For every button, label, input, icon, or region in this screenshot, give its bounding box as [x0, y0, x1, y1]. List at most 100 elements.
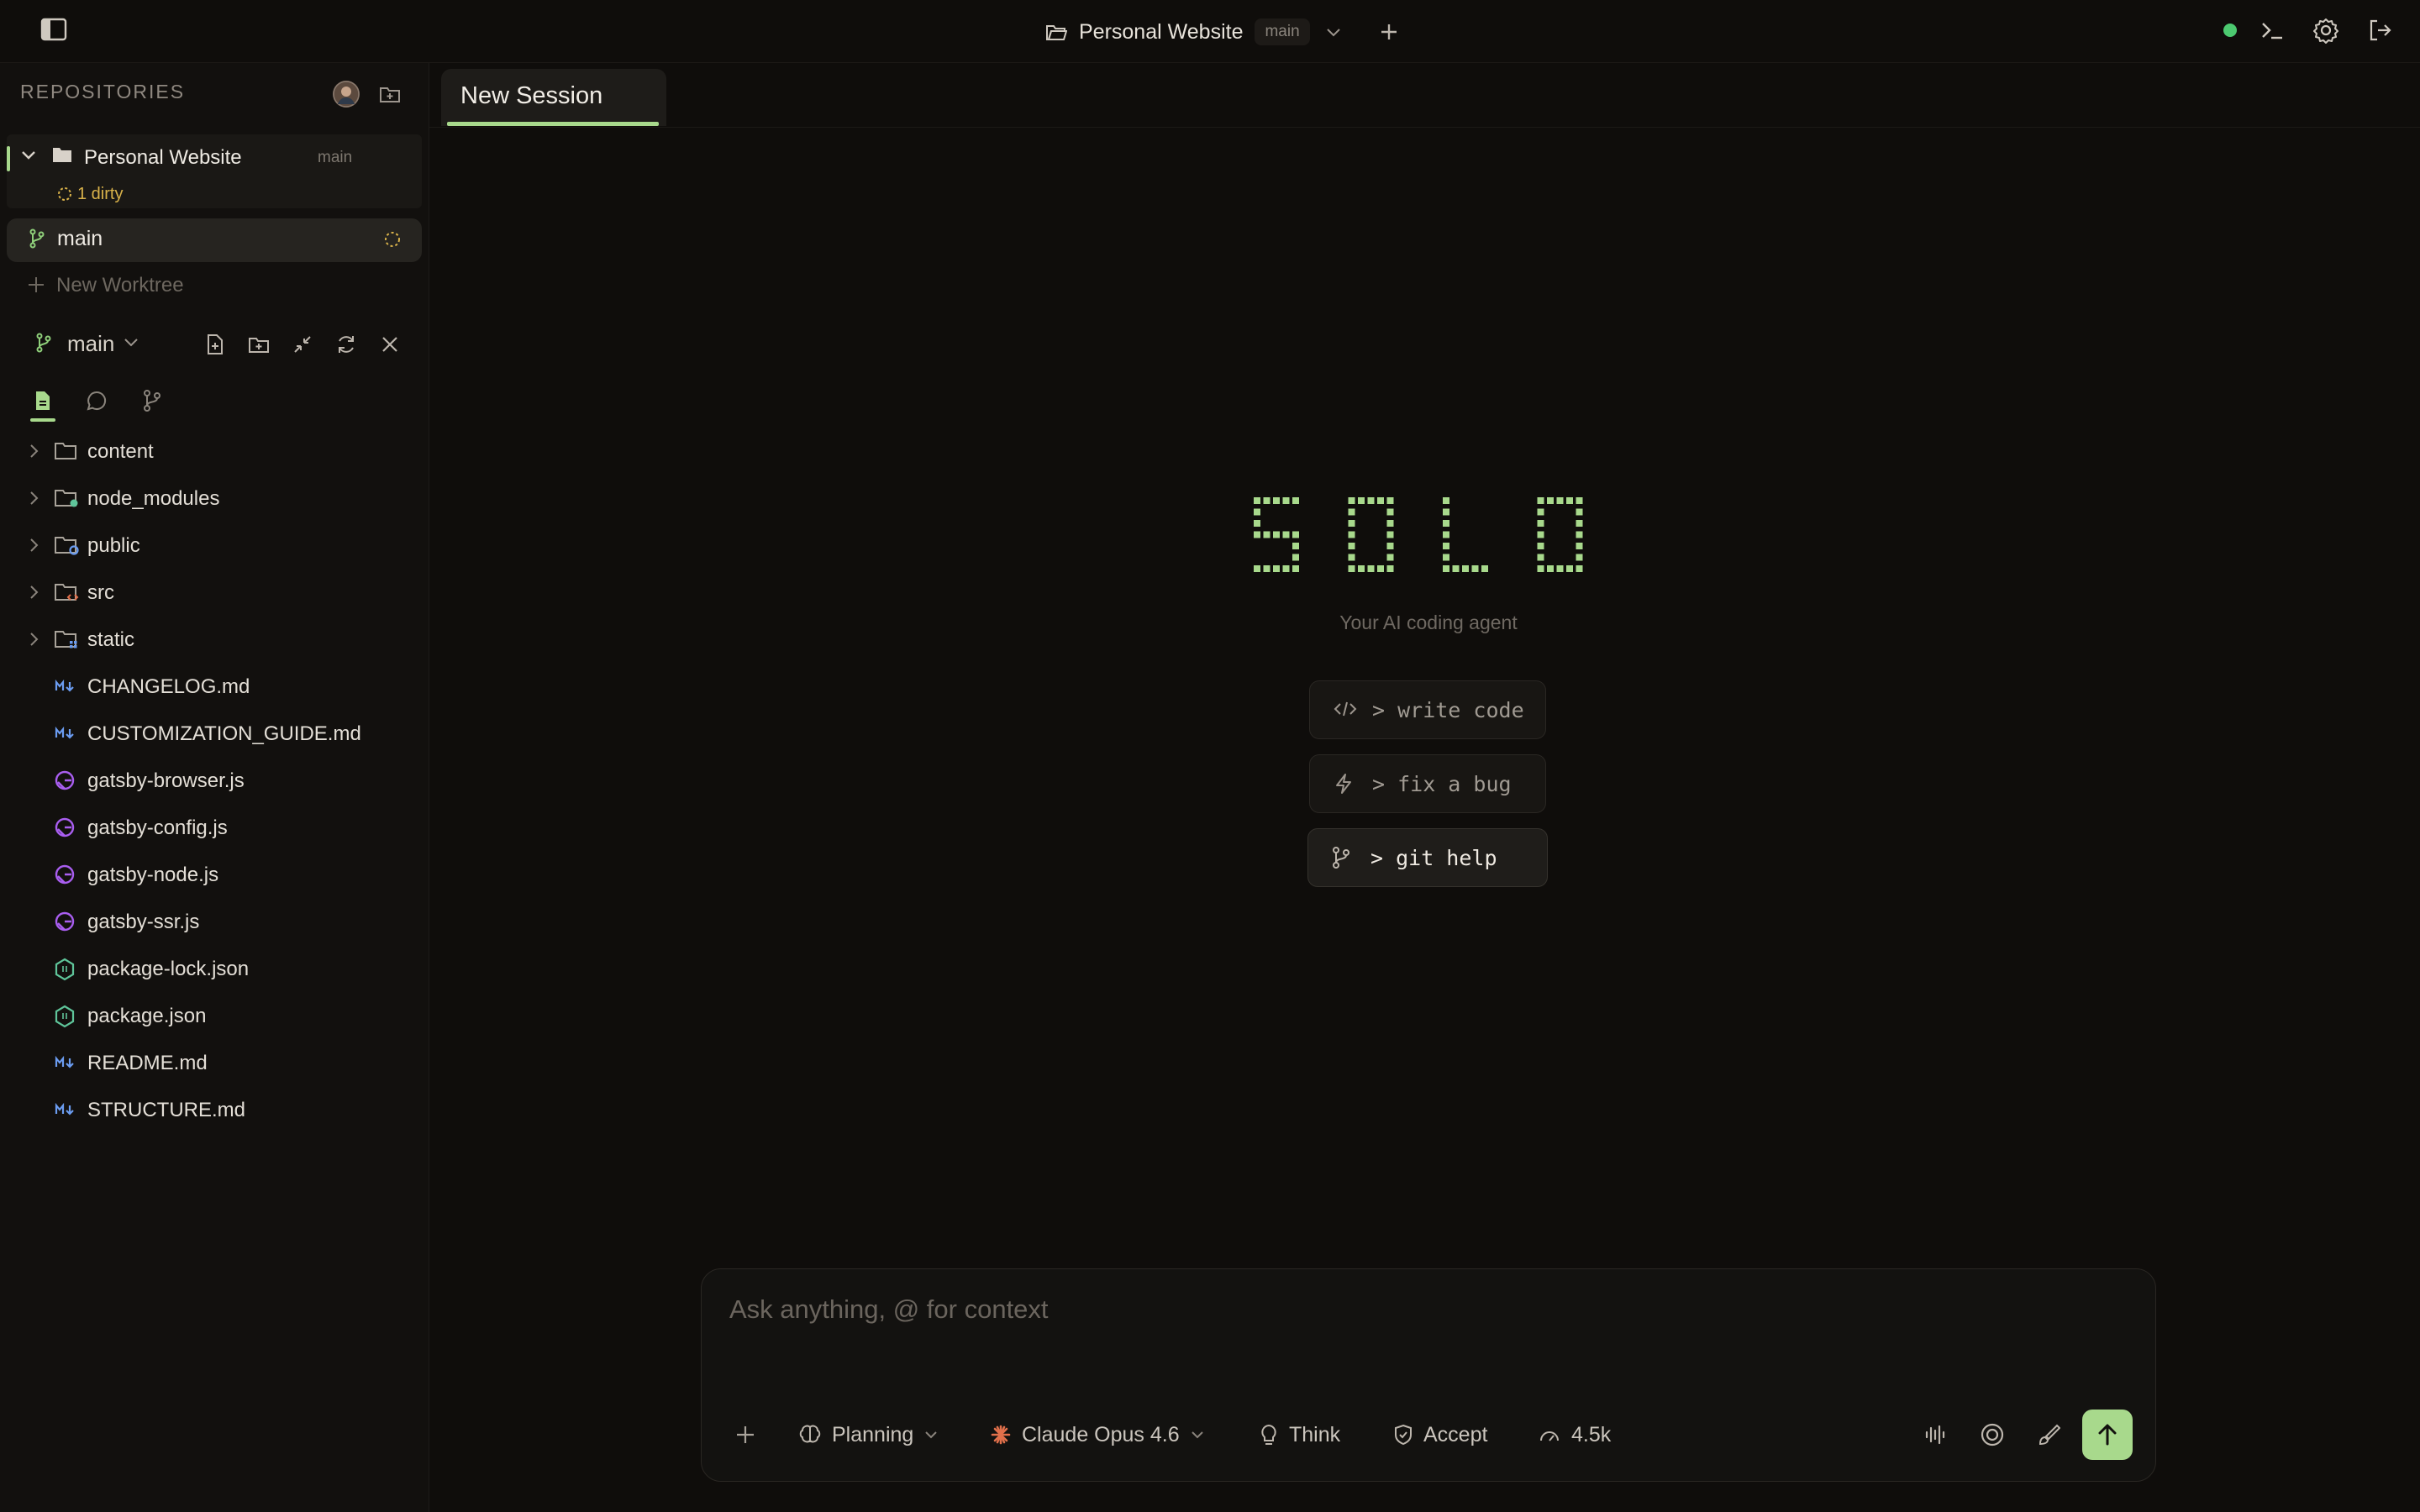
record-button[interactable]	[1980, 1416, 2005, 1453]
git-branch-icon	[1332, 847, 1350, 869]
file-icon	[34, 390, 52, 412]
tree-item-package-lock[interactable]: package-lock.json	[0, 946, 429, 993]
logo-dot	[1367, 497, 1375, 504]
logo-dot	[1462, 565, 1469, 572]
shield-check-icon	[1393, 1423, 1413, 1446]
logo-dot	[1386, 520, 1394, 527]
token-usage[interactable]: 4.5k	[1538, 1416, 1611, 1453]
write-code-button[interactable]: > write code	[1309, 680, 1546, 739]
logo-dot	[1263, 531, 1270, 538]
avatar[interactable]	[333, 81, 360, 108]
git-help-button[interactable]: > git help	[1307, 828, 1548, 887]
chevron-right-icon	[25, 489, 42, 507]
collapse-all-button[interactable]	[289, 331, 316, 358]
chat-view-tab[interactable]	[82, 386, 111, 415]
chevron-down-icon	[923, 1430, 939, 1440]
logo-dot	[1367, 565, 1375, 572]
gatsby-icon	[54, 816, 77, 840]
tree-item-gatsby-ssr[interactable]: gatsby-ssr.js	[0, 899, 429, 946]
tree-item-gatsby-node[interactable]: gatsby-node.js	[0, 852, 429, 899]
logo-dot	[1471, 565, 1479, 572]
logo-dot	[1452, 565, 1460, 572]
add-icon[interactable]	[1379, 22, 1399, 42]
tree-item-structure[interactable]: STRUCTURE.md	[0, 1087, 429, 1134]
project-title[interactable]: Personal Website main	[1045, 15, 1399, 49]
prompt-input[interactable]	[728, 1292, 2075, 1327]
fix-bug-button[interactable]: > fix a bug	[1309, 754, 1546, 813]
tree-item-gatsby-config[interactable]: gatsby-config.js	[0, 805, 429, 852]
tree-item-readme[interactable]: README.md	[0, 1040, 429, 1087]
toggle-sidebar-button[interactable]	[37, 15, 71, 44]
logo-dot	[1576, 508, 1583, 516]
tab-label: New Session	[460, 82, 603, 109]
status-dot	[2223, 24, 2237, 37]
mode-selector[interactable]: Planning	[798, 1416, 939, 1453]
tree-item-node-modules[interactable]: node_modules	[0, 475, 429, 522]
add-repository-button[interactable]	[376, 81, 403, 108]
chevron-right-icon	[25, 583, 42, 601]
nodejs-icon	[54, 958, 77, 981]
file-name: gatsby-browser.js	[87, 769, 245, 792]
claude-icon	[990, 1424, 1012, 1446]
logo-dot	[1576, 497, 1583, 504]
terminal-button[interactable]	[2257, 17, 2287, 44]
markdown-icon	[54, 1099, 77, 1121]
logo-dot	[1348, 543, 1355, 549]
file-name: STRUCTURE.md	[87, 1099, 246, 1121]
refresh-button[interactable]	[333, 331, 360, 358]
gauge-icon	[1538, 1425, 1561, 1445]
new-file-button[interactable]	[202, 331, 229, 358]
send-button[interactable]	[2082, 1410, 2133, 1460]
chat-bubble-icon	[86, 390, 108, 412]
tree-item-src[interactable]: src	[0, 570, 429, 617]
logo-dot	[1481, 565, 1488, 572]
logo-dot	[1358, 497, 1365, 504]
chevron-down-icon[interactable]	[1325, 26, 1342, 38]
think-toggle[interactable]: Think	[1259, 1416, 1340, 1453]
code-icon	[1334, 699, 1357, 719]
tree-item-changelog[interactable]: CHANGELOG.md	[0, 664, 429, 711]
tree-item-public[interactable]: public	[0, 522, 429, 570]
branch-selector[interactable]: main	[22, 324, 156, 361]
logo-dot	[1386, 497, 1394, 504]
file-name: content	[87, 440, 154, 463]
public-folder-icon	[54, 534, 79, 556]
file-name: public	[87, 534, 140, 557]
chevron-down-icon[interactable]	[20, 150, 37, 161]
tree-item-gatsby-browser[interactable]: gatsby-browser.js	[0, 758, 429, 805]
close-icon	[381, 335, 399, 354]
model-selector[interactable]: Claude Opus 4.6	[990, 1416, 1205, 1453]
sidebar-toggle-icon	[40, 18, 67, 41]
logo-dot	[1537, 531, 1544, 538]
static-folder-icon	[54, 628, 79, 650]
new-folder-button[interactable]	[245, 331, 272, 358]
close-explorer-button[interactable]	[376, 331, 403, 358]
settings-button[interactable]	[2311, 15, 2341, 45]
new-worktree-button[interactable]: New Worktree	[25, 272, 395, 301]
git-view-tab[interactable]	[138, 386, 166, 415]
tree-item-content[interactable]: content	[0, 428, 429, 475]
draw-button[interactable]	[2037, 1416, 2060, 1453]
arrow-up-icon	[2095, 1422, 2120, 1447]
files-view-tab[interactable]	[29, 385, 57, 422]
node-modules-folder-icon	[54, 487, 79, 509]
accept-toggle[interactable]: Accept	[1393, 1416, 1487, 1453]
tree-item-static[interactable]: static	[0, 617, 429, 664]
folder-icon	[52, 146, 72, 163]
logo-dot	[1443, 508, 1449, 516]
file-plus-icon	[206, 333, 224, 355]
git-branch-icon	[29, 228, 45, 249]
logo-dot	[1443, 543, 1449, 549]
logo-dot	[1537, 543, 1544, 549]
logo-dot	[1576, 531, 1583, 538]
logo-dot	[1537, 554, 1544, 561]
attach-button[interactable]	[734, 1416, 756, 1453]
file-name: gatsby-config.js	[87, 816, 228, 839]
voice-input-button[interactable]	[1923, 1416, 1946, 1453]
logout-button[interactable]	[2365, 15, 2395, 45]
file-name: gatsby-ssr.js	[87, 911, 200, 933]
tree-item-package-json[interactable]: package.json	[0, 993, 429, 1040]
logo-dot	[1537, 565, 1544, 572]
logo-dot	[1537, 497, 1544, 504]
tree-item-customization-guide[interactable]: CUSTOMIZATION_GUIDE.md	[0, 711, 429, 758]
